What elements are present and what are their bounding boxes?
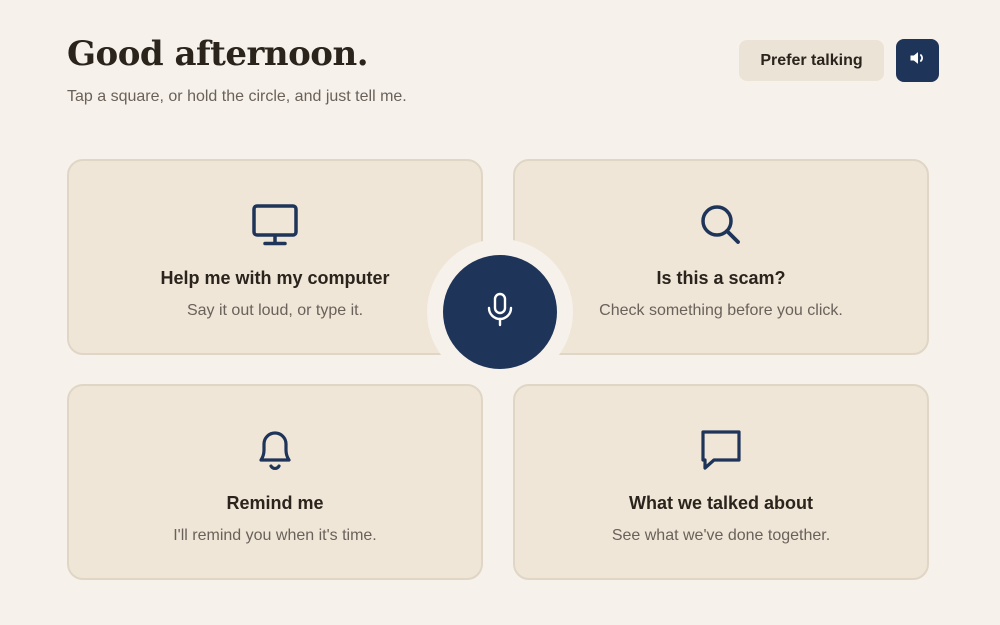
chat-bubble-icon [697, 426, 745, 474]
monitor-icon [251, 201, 299, 249]
card-title: Help me with my computer [160, 268, 390, 288]
microphone-button[interactable] [443, 255, 557, 369]
greeting-heading: Good afternoon. [67, 34, 369, 74]
card-description: Check something before you click. [599, 302, 843, 319]
speaker-icon [908, 48, 928, 73]
card-title: What we talked about [628, 493, 814, 513]
speaker-button[interactable] [896, 39, 939, 82]
card-description: Say it out loud, or type it. [186, 302, 364, 319]
greeting-subtitle: Tap a square, or hold the circle, and ju… [67, 88, 407, 105]
microphone-icon [485, 292, 515, 333]
card-conversation-history[interactable]: What we talked about See what we've done… [513, 384, 929, 580]
search-icon [697, 201, 745, 249]
card-scam-check[interactable]: Is this a scam? Check something before y… [513, 159, 929, 355]
card-description: See what we've done together. [611, 527, 831, 544]
prefer-talking-button[interactable]: Prefer talking [739, 40, 884, 81]
card-title: Remind me [226, 493, 324, 513]
card-description: I'll remind you when it's time. [173, 527, 377, 544]
bell-icon [251, 426, 299, 474]
card-help-computer[interactable]: Help me with my computer Say it out loud… [67, 159, 483, 355]
card-remind-me[interactable]: Remind me I'll remind you when it's time… [67, 384, 483, 580]
card-title: Is this a scam? [656, 268, 786, 288]
